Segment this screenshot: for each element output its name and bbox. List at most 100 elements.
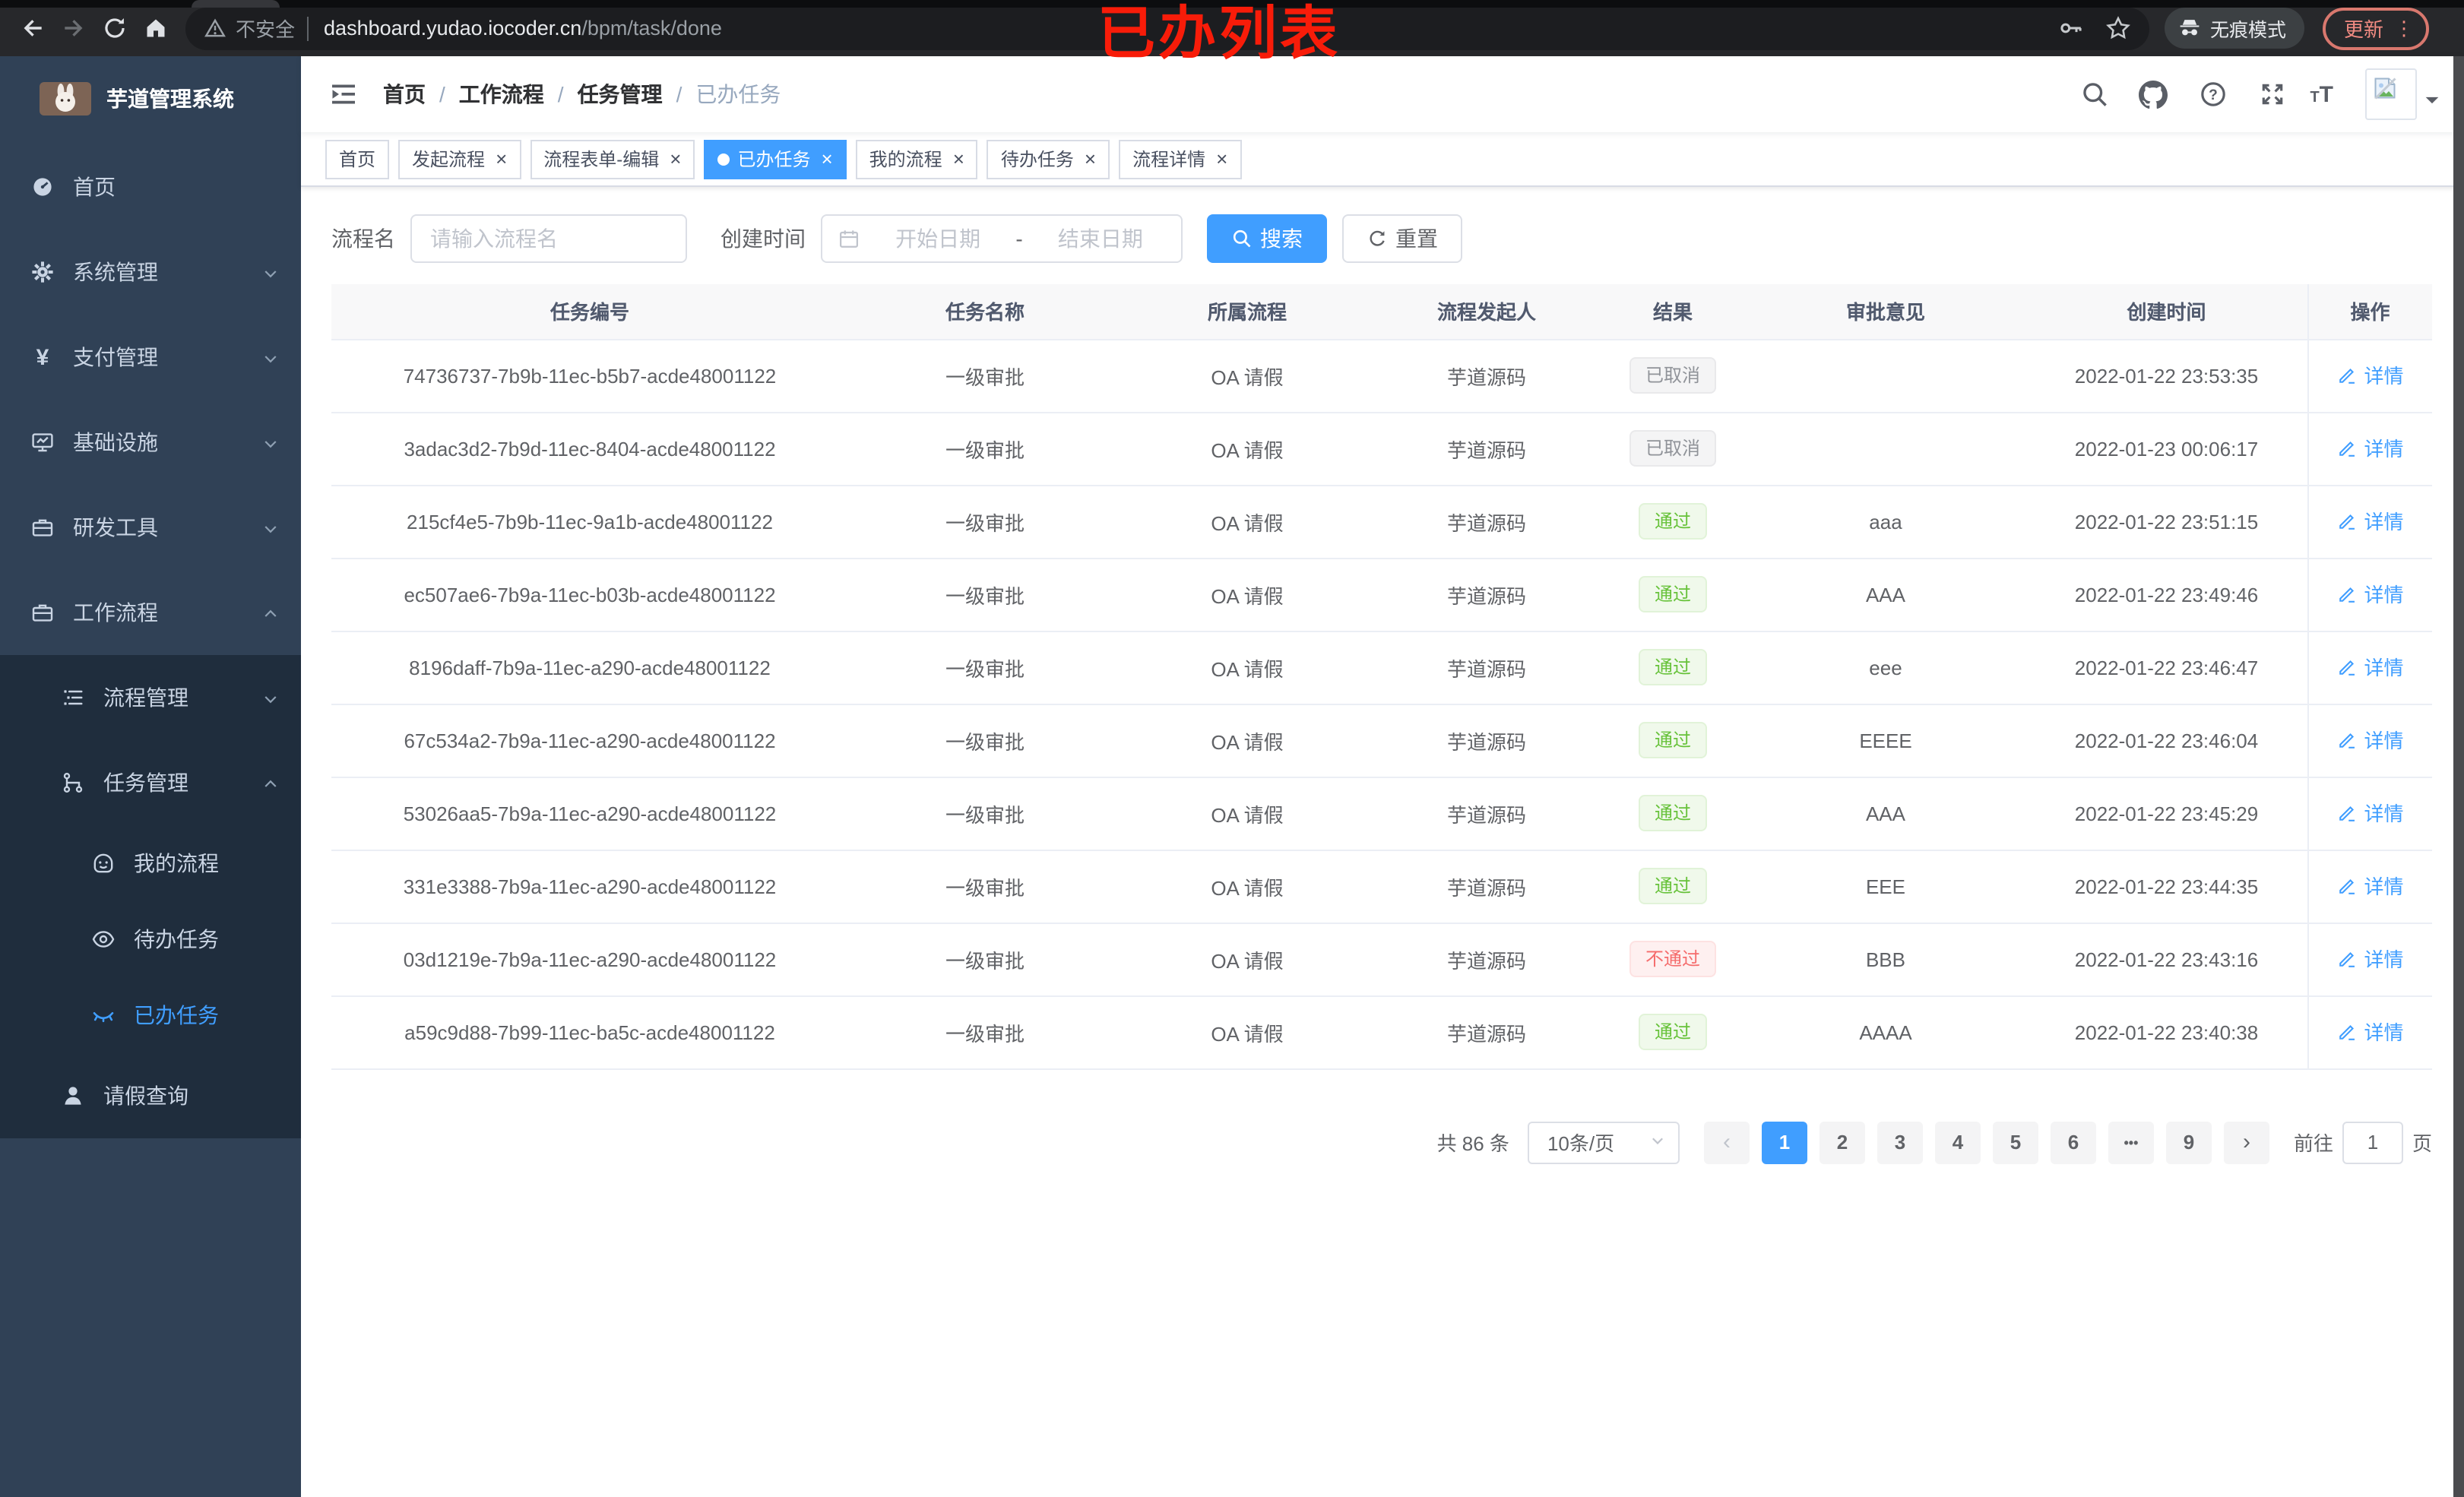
goto-page-input[interactable] — [2342, 1121, 2403, 1163]
search-icon[interactable] — [2073, 73, 2115, 116]
task-id-cell: a59c9d88-7b99-11ec-ba5c-acde48001122 — [331, 995, 848, 1069]
detail-link[interactable]: 详情 — [2336, 434, 2404, 463]
home-icon[interactable] — [135, 8, 176, 49]
close-icon[interactable]: × — [670, 149, 681, 169]
fullscreen-icon[interactable] — [2250, 73, 2293, 116]
starter-cell: 芋道源码 — [1373, 412, 1601, 486]
comment-cell: eee — [1745, 631, 2026, 704]
task-name-cell: 一级审批 — [848, 923, 1122, 996]
search-button[interactable]: 搜索 — [1207, 214, 1327, 263]
reload-icon[interactable] — [94, 8, 135, 49]
page-button-2[interactable]: 2 — [1819, 1121, 1865, 1163]
comment-cell: AAA — [1745, 777, 2026, 850]
security-label[interactable]: 不安全 — [236, 14, 295, 43]
sidebar-item-process-management[interactable]: 流程管理 — [0, 655, 301, 740]
more-pages-button[interactable]: ••• — [2108, 1121, 2154, 1163]
process-name-input[interactable] — [410, 214, 687, 263]
tab-发起流程[interactable]: 发起流程 × — [398, 139, 521, 179]
date-range-input[interactable]: 开始日期 - 结束日期 — [821, 214, 1183, 263]
browser-tab[interactable] — [192, 0, 280, 8]
tab-流程详情[interactable]: 流程详情 × — [1119, 139, 1242, 179]
task-id-cell: 331e3388-7b9a-11ec-a290-acde48001122 — [331, 850, 848, 923]
search-button-label: 搜索 — [1260, 226, 1303, 251]
reset-button[interactable]: 重置 — [1342, 214, 1462, 263]
close-icon[interactable]: × — [1085, 149, 1096, 169]
col-comment: 审批意见 — [1745, 284, 2026, 340]
col-process: 所属流程 — [1122, 284, 1373, 340]
detail-link[interactable]: 详情 — [2336, 945, 2404, 973]
browser-scrollbar[interactable] — [2453, 56, 2464, 1497]
end-date-placeholder[interactable]: 结束日期 — [1035, 223, 1166, 254]
caret-down-icon[interactable] — [2424, 87, 2440, 114]
close-icon[interactable]: × — [821, 149, 832, 169]
comment-cell: aaa — [1745, 485, 2026, 559]
detail-link[interactable]: 详情 — [2336, 653, 2404, 682]
update-label[interactable]: 更新 — [2344, 14, 2383, 43]
close-icon[interactable]: × — [1216, 149, 1227, 169]
sidebar-item-todo-tasks[interactable]: 待办任务 — [0, 901, 301, 977]
browser-menu-icon[interactable]: ⋮ — [2394, 16, 2414, 40]
task-id-cell: ec507ae6-7b9a-11ec-b03b-acde48001122 — [331, 558, 848, 631]
next-page-button[interactable]: › — [2223, 1121, 2269, 1163]
page-button-1[interactable]: 1 — [1761, 1121, 1807, 1163]
incognito-label: 无痕模式 — [2210, 20, 2287, 41]
result-cell: 通过 — [1601, 485, 1745, 559]
sidebar-item-leave-query[interactable]: 请假查询 — [0, 1053, 301, 1138]
sidebar-collapse-icon[interactable] — [328, 79, 359, 109]
close-icon[interactable]: × — [496, 149, 507, 169]
col-result: 结果 — [1601, 284, 1745, 340]
result-badge: 通过 — [1639, 649, 1706, 685]
tab-待办任务[interactable]: 待办任务 × — [987, 139, 1110, 179]
page-button-6[interactable]: 6 — [2050, 1121, 2096, 1163]
page-size-select[interactable]: 10条/页 — [1527, 1121, 1680, 1163]
sidebar-item-payment[interactable]: ¥ 支付管理 — [0, 315, 301, 400]
tab-label: 发起流程 — [412, 149, 486, 170]
page-button-5[interactable]: 5 — [1992, 1121, 2038, 1163]
detail-link[interactable]: 详情 — [2336, 1018, 2404, 1046]
sidebar-item-system[interactable]: 系统管理 — [0, 229, 301, 315]
sidebar-item-workflow[interactable]: 工作流程 — [0, 570, 301, 655]
detail-link[interactable]: 详情 — [2336, 726, 2404, 755]
actions-cell: 详情 — [2307, 995, 2432, 1069]
tab-已办任务[interactable]: 已办任务 × — [704, 139, 847, 179]
password-key-icon[interactable] — [2058, 15, 2084, 41]
sidebar-item-infrastructure[interactable]: 基础设施 — [0, 400, 301, 485]
forward-icon[interactable] — [53, 8, 94, 49]
sidebar-item-my-process[interactable]: 我的流程 — [0, 825, 301, 901]
bookmark-star-icon[interactable] — [2105, 15, 2131, 41]
security-warning-icon[interactable] — [204, 17, 226, 40]
back-icon[interactable] — [12, 8, 53, 49]
sidebar-item-task-management[interactable]: 任务管理 — [0, 740, 301, 825]
task-name-cell: 一级审批 — [848, 558, 1122, 631]
close-icon[interactable]: × — [953, 149, 964, 169]
detail-link[interactable]: 详情 — [2336, 580, 2404, 609]
page-button-9[interactable]: 9 — [2165, 1121, 2212, 1163]
sidebar-item-done-tasks[interactable]: 已办任务 — [0, 977, 301, 1053]
prev-page-button[interactable]: ‹ — [1703, 1121, 1750, 1163]
app-logo[interactable]: 芋道管理系统 — [0, 56, 301, 141]
detail-link[interactable]: 详情 — [2336, 872, 2404, 900]
detail-link[interactable]: 详情 — [2336, 361, 2404, 390]
breadcrumb-home[interactable]: 首页 — [383, 79, 426, 109]
sidebar-item-dev-tools[interactable]: 研发工具 — [0, 485, 301, 570]
created-cell: 2022-01-22 23:49:46 — [2026, 558, 2307, 631]
update-button[interactable]: 更新 ⋮ — [2323, 7, 2430, 49]
tab-流程表单-编辑[interactable]: 流程表单-编辑 × — [530, 139, 695, 179]
screen: 不安全 dashboard.yudao.iocoder.cn/bpm/task/… — [0, 0, 2464, 1497]
tab-首页[interactable]: 首页 — [325, 139, 390, 179]
sidebar-item-home[interactable]: 首页 — [0, 144, 301, 229]
url-bar[interactable]: 不安全 dashboard.yudao.iocoder.cn/bpm/task/… — [185, 7, 2149, 49]
detail-link[interactable]: 详情 — [2336, 507, 2404, 536]
breadcrumb-workflow[interactable]: 工作流程 — [459, 79, 544, 109]
detail-link[interactable]: 详情 — [2336, 799, 2404, 828]
page-button-4[interactable]: 4 — [1934, 1121, 1981, 1163]
start-date-placeholder[interactable]: 开始日期 — [873, 223, 1003, 254]
github-icon[interactable] — [2132, 73, 2174, 116]
page-button-3[interactable]: 3 — [1877, 1121, 1923, 1163]
breadcrumb-task-management[interactable]: 任务管理 — [578, 79, 663, 109]
yen-icon: ¥ — [36, 344, 49, 370]
help-icon[interactable]: ? — [2191, 73, 2234, 116]
font-size-icon[interactable]: TT — [2310, 83, 2333, 106]
avatar[interactable] — [2365, 68, 2417, 120]
tab-我的流程[interactable]: 我的流程 × — [855, 139, 978, 179]
